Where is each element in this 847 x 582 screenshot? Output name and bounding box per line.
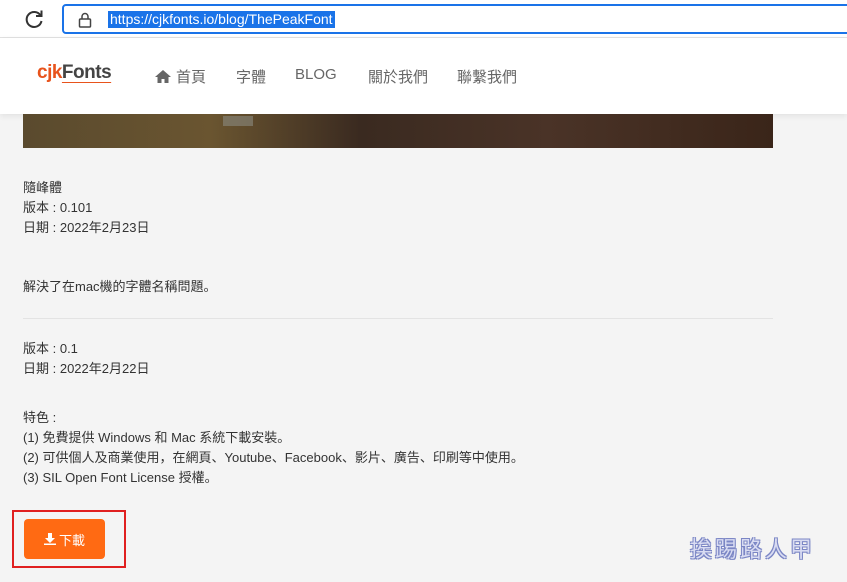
- nav-label-home: 首頁: [176, 69, 207, 86]
- home-icon: [155, 70, 171, 83]
- nav-item-about[interactable]: 關於我們: [368, 66, 428, 87]
- nav-item-blog[interactable]: BLOG: [295, 66, 337, 83]
- date-text: 日期 : 2022年2月22日: [23, 361, 150, 376]
- release-block-01: 版本 : 0.1 日期 : 2022年2月22日: [23, 339, 149, 379]
- download-label: 下載: [58, 532, 85, 548]
- feature-item: (3) SIL Open Font License 授權。: [23, 470, 218, 485]
- font-name: 隨峰體: [23, 180, 63, 195]
- nav-label-contact: 聯繫我們: [457, 69, 518, 86]
- watermark: 挨踢路人甲: [690, 538, 816, 563]
- nav-item-fonts[interactable]: 字體: [236, 66, 266, 87]
- nav-item-contact[interactable]: 聯繫我們: [457, 66, 517, 87]
- release-note: 解決了在mac機的字體名稱問題。: [23, 279, 217, 294]
- lock-icon[interactable]: [78, 12, 92, 28]
- nav-item-home[interactable]: 首頁: [154, 66, 206, 87]
- browser-toolbar: https://cjkfonts.io/blog/ThePeakFont: [0, 0, 847, 38]
- reload-icon[interactable]: [22, 7, 46, 31]
- nav-label-about: 關於我們: [368, 69, 429, 86]
- hero-image: [23, 114, 773, 148]
- nav-label-blog: BLOG: [295, 66, 337, 83]
- version-text: 版本 : 0.101: [23, 200, 93, 215]
- logo-fonts: Fonts: [61, 62, 112, 83]
- features-block: 特色 : (1) 免費提供 Windows 和 Mac 系統下載安裝。 (2) …: [23, 408, 524, 488]
- release-block-0101: 隨峰體 版本 : 0.101 日期 : 2022年2月23日: [23, 178, 149, 238]
- logo-cjk: cjk: [37, 62, 62, 83]
- download-icon: [43, 533, 56, 545]
- url-text[interactable]: https://cjkfonts.io/blog/ThePeakFont: [108, 11, 335, 28]
- download-button[interactable]: 下載: [24, 519, 105, 559]
- features-title: 特色 :: [23, 410, 57, 425]
- divider: [23, 318, 773, 319]
- date-text: 日期 : 2022年2月23日: [23, 220, 150, 235]
- nav-label-fonts: 字體: [236, 69, 267, 86]
- site-header: cjkFonts 首頁 字體 BLOG 關於我們 聯繫我們: [0, 38, 847, 114]
- site-logo[interactable]: cjkFonts: [37, 62, 112, 84]
- feature-item: (2) 可供個人及商業使用，在網頁、Youtube、Facebook、影片、廣告…: [23, 450, 524, 465]
- version-text: 版本 : 0.1: [23, 341, 78, 356]
- feature-item: (1) 免費提供 Windows 和 Mac 系統下載安裝。: [23, 430, 291, 445]
- address-bar[interactable]: https://cjkfonts.io/blog/ThePeakFont: [62, 4, 847, 34]
